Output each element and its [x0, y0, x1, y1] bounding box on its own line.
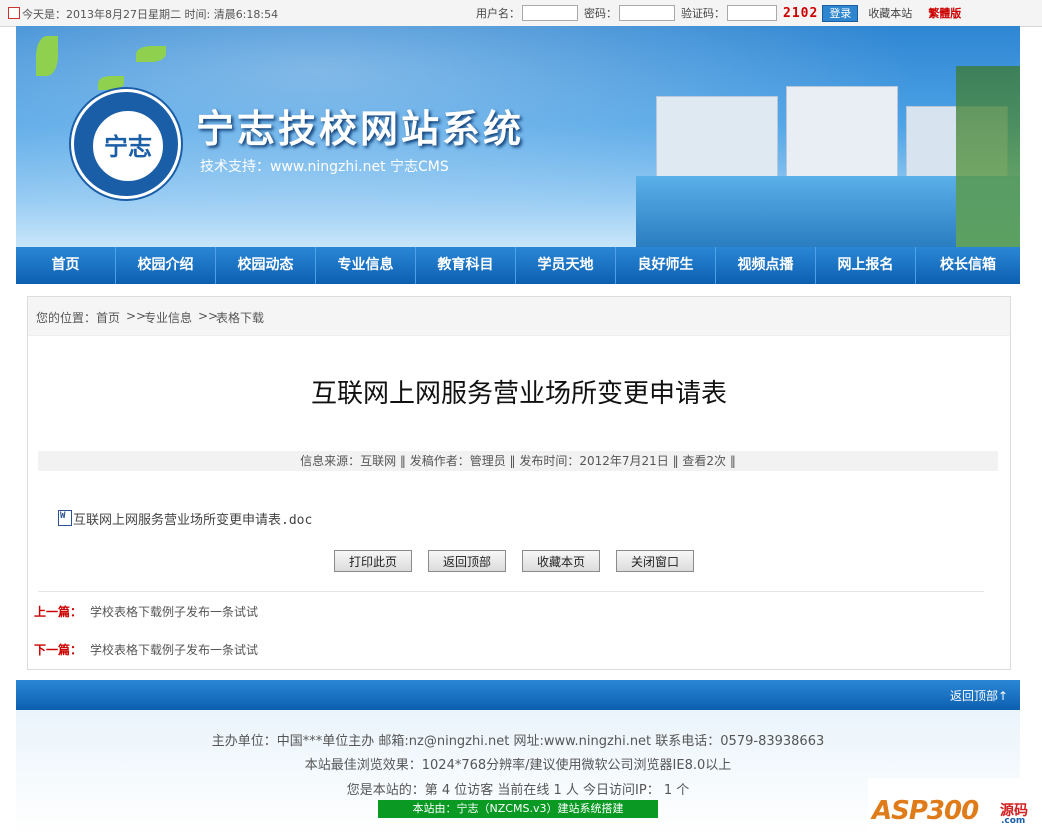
breadcrumb-section[interactable]: 专业信息	[144, 309, 192, 326]
username-input[interactable]	[522, 5, 578, 21]
school-logo-inner: 宁志	[91, 109, 165, 183]
article-meta: 信息来源：互联网 ‖ 发稿作者：管理员 ‖ 发布时间：2012年7月21日 ‖ …	[38, 451, 998, 471]
main-nav: 首页 校园介绍 校园动态 专业信息 教育科目 学员天地 良好师生 视频点播 网上…	[16, 247, 1020, 284]
footer-browser-note: 本站最佳浏览效果：1024*768分辨率/建议使用微软公司浏览器IE8.0以上	[304, 758, 732, 773]
calendar-icon	[8, 7, 20, 19]
nav-item-majors[interactable]: 专业信息	[316, 247, 416, 284]
nav-item-video[interactable]: 视频点播	[716, 247, 816, 284]
top-bar: 今天是：2013年8月27日星期二 时间: 清晨6:18:54 用户名： 密码：…	[0, 0, 1042, 27]
footer-contact-info: 主办单位：中国***单位主办 邮箱:nz@ningzhi.net 网址:www.…	[211, 734, 825, 749]
article-panel: 您的位置： 首页 >> 专业信息 >> 表格下载 互联网上网服务营业场所变更申请…	[27, 296, 1011, 670]
password-input[interactable]	[619, 5, 675, 21]
article-actions: 打印此页 返回顶部 收藏本页 关闭窗口	[334, 550, 694, 572]
leaf-decoration	[36, 36, 58, 76]
nav-item-principal-mailbox[interactable]: 校长信箱	[916, 247, 1020, 284]
password-label: 密码：	[584, 7, 617, 20]
date-display: 今天是：2013年8月27日星期二 时间: 清晨6:18:54	[8, 6, 278, 22]
leaf-decoration	[136, 46, 166, 62]
watermark-text: ASP300	[872, 796, 979, 826]
captcha-code[interactable]: 2102	[783, 6, 818, 21]
asp300-watermark-logo: ASP300 源码 .com	[868, 778, 1038, 834]
site-title: 宁志技校网站系统	[196, 107, 525, 151]
close-window-button[interactable]: 关闭窗口	[616, 550, 694, 572]
nav-item-school-intro[interactable]: 校园介绍	[116, 247, 216, 284]
username-label: 用户名：	[476, 7, 520, 20]
school-logo-glyph: 宁志	[104, 132, 152, 161]
traditional-chinese-link[interactable]: 繁體版	[928, 5, 961, 21]
divider	[38, 591, 984, 592]
breadcrumb-home[interactable]: 首页	[96, 309, 120, 326]
nav-item-subjects[interactable]: 教育科目	[416, 247, 516, 284]
nav-item-home[interactable]: 首页	[16, 247, 116, 284]
nav-item-students[interactable]: 学员天地	[516, 247, 616, 284]
article-title: 互联网上网服务营业场所变更申请表	[310, 379, 727, 409]
login-button[interactable]: 登录	[822, 4, 859, 22]
word-doc-icon	[58, 510, 72, 526]
next-article: 下一篇： 学校表格下载例子发布一条试试	[34, 641, 258, 658]
building	[656, 96, 778, 188]
prev-article: 上一篇： 学校表格下载例子发布一条试试	[34, 603, 258, 620]
date-text: 今天是：2013年8月27日星期二 时间: 清晨6:18:54	[22, 8, 279, 21]
watermark-domain: .com	[1001, 816, 1026, 826]
login-form: 用户名： 密码： 验证码： 2102 登录 收藏本站 繁體版	[476, 4, 961, 22]
nav-item-campus-news[interactable]: 校园动态	[216, 247, 316, 284]
next-article-link[interactable]: 学校表格下载例子发布一条试试	[90, 643, 258, 657]
breadcrumb-label: 您的位置：	[36, 311, 97, 325]
next-article-label: 下一篇：	[34, 643, 83, 657]
nav-item-enroll[interactable]: 网上报名	[816, 247, 916, 284]
print-button[interactable]: 打印此页	[334, 550, 412, 572]
school-logo: 宁志	[71, 89, 181, 199]
attachment-filename[interactable]: 互联网上网服务营业场所变更申请表.doc	[73, 513, 312, 528]
favorite-site-link[interactable]: 收藏本站	[868, 5, 912, 21]
nav-item-teachers[interactable]: 良好师生	[616, 247, 716, 284]
attachment-link[interactable]: 互联网上网服务营业场所变更申请表.doc	[58, 509, 312, 528]
site-subtitle: 技术支持：www.ningzhi.net 宁志CMS	[200, 159, 449, 175]
prev-article-link[interactable]: 学校表格下载例子发布一条试试	[90, 605, 258, 619]
building	[786, 86, 898, 188]
powered-by-badge: 本站由：宁志（NZCMS.v3）建站系统搭建	[378, 800, 658, 818]
breadcrumb: 您的位置： 首页 >> 专业信息 >> 表格下载	[28, 297, 1010, 336]
favorite-page-button[interactable]: 收藏本页	[522, 550, 600, 572]
site-banner: 宁志 宁志技校网站系统 技术支持：www.ningzhi.net 宁志CMS	[16, 26, 1020, 247]
prev-article-label: 上一篇：	[34, 605, 83, 619]
captcha-label: 验证码：	[681, 7, 725, 20]
breadcrumb-current[interactable]: 表格下载	[216, 309, 264, 326]
back-to-top-button[interactable]: 返回顶部	[428, 550, 506, 572]
footer-bar: 返回顶部↑	[16, 680, 1020, 710]
leaf-decoration	[98, 76, 124, 90]
footer-back-to-top-link[interactable]: 返回顶部↑	[950, 687, 1008, 704]
campus-image	[576, 66, 1020, 247]
captcha-input[interactable]	[727, 5, 777, 21]
trees	[956, 66, 1020, 247]
